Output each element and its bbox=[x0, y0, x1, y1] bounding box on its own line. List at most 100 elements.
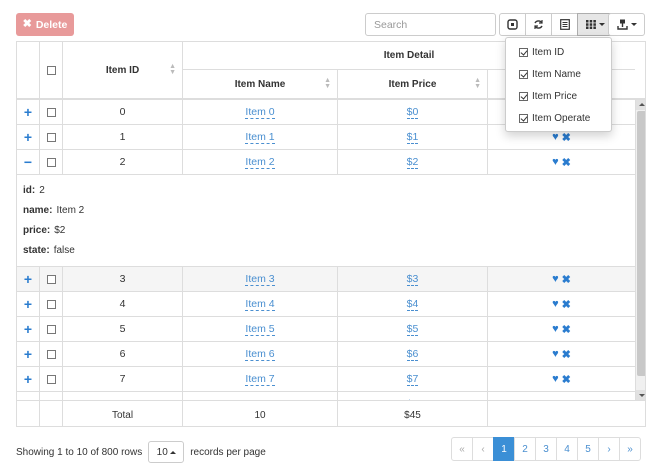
heart-icon[interactable]: ♥ bbox=[552, 131, 559, 144]
item-name-link[interactable]: Item 7 bbox=[245, 373, 275, 386]
row-select[interactable] bbox=[39, 125, 62, 149]
table-row[interactable]: +5 Item 5 $5 ♥ ✖ bbox=[17, 317, 635, 342]
table-row[interactable]: +8Item 8$8♥✖ bbox=[17, 392, 635, 400]
expand-toggle[interactable]: − bbox=[17, 150, 39, 174]
row-select[interactable] bbox=[39, 392, 62, 400]
expand-toggle[interactable]: + bbox=[17, 317, 39, 341]
search-input[interactable] bbox=[365, 13, 496, 36]
item-name-link[interactable]: Item 4 bbox=[245, 298, 275, 311]
header-item-price[interactable]: Item Price ▲ ▼ bbox=[337, 70, 487, 98]
expand-toggle[interactable]: + bbox=[17, 392, 39, 400]
plus-icon[interactable]: + bbox=[24, 296, 32, 312]
column-toggle-item-operate[interactable]: Item Operate bbox=[506, 107, 611, 129]
heart-icon[interactable]: ♥ bbox=[552, 323, 559, 336]
plus-icon[interactable]: + bbox=[24, 129, 32, 145]
remove-icon[interactable]: ✖ bbox=[562, 273, 571, 286]
checkbox-checked[interactable] bbox=[519, 91, 528, 101]
item-price-link[interactable]: $6 bbox=[406, 348, 419, 361]
page-prev[interactable]: ‹ bbox=[472, 437, 494, 461]
item-name-link[interactable]: Item 6 bbox=[245, 348, 275, 361]
expand-toggle[interactable]: + bbox=[17, 100, 39, 124]
column-toggle-item-price[interactable]: Item Price bbox=[506, 85, 611, 107]
row-select[interactable] bbox=[39, 342, 62, 366]
scroll-up-arrow[interactable] bbox=[636, 100, 645, 110]
row-checkbox[interactable] bbox=[46, 157, 56, 167]
row-select[interactable] bbox=[39, 367, 62, 391]
heart-icon[interactable]: ♥ bbox=[552, 298, 559, 311]
heart-icon[interactable]: ♥ bbox=[552, 348, 559, 361]
item-name-link[interactable]: Item 2 bbox=[245, 156, 275, 169]
fullscreen-button[interactable] bbox=[499, 13, 526, 36]
heart-icon[interactable]: ♥ bbox=[552, 273, 559, 286]
table-row[interactable]: − 2 Item 2 $2 ♥ ✖ bbox=[17, 150, 635, 175]
remove-icon[interactable]: ✖ bbox=[562, 323, 571, 336]
export-button[interactable] bbox=[608, 13, 645, 36]
item-price-link[interactable]: $1 bbox=[406, 131, 419, 144]
item-name-link[interactable]: Item 5 bbox=[245, 323, 275, 336]
row-checkbox[interactable] bbox=[46, 299, 56, 309]
expand-toggle[interactable]: + bbox=[17, 292, 39, 316]
row-select[interactable] bbox=[39, 292, 62, 316]
item-name-link[interactable]: Item 1 bbox=[245, 131, 275, 144]
checkbox-checked[interactable] bbox=[519, 113, 528, 123]
item-price-link[interactable]: $5 bbox=[406, 323, 419, 336]
column-toggle-item-name[interactable]: Item Name bbox=[506, 63, 611, 85]
plus-icon[interactable]: + bbox=[24, 321, 32, 337]
table-row[interactable]: +3 Item 3 $3 ♥ ✖ bbox=[17, 267, 635, 292]
column-toggle-item-id[interactable]: Item ID bbox=[506, 41, 611, 63]
scroll-thumb[interactable] bbox=[637, 111, 645, 376]
row-checkbox[interactable] bbox=[46, 349, 56, 359]
header-select-all[interactable] bbox=[39, 42, 62, 98]
row-checkbox[interactable] bbox=[46, 324, 56, 334]
checkbox-checked[interactable] bbox=[519, 47, 528, 57]
toggle-view-button[interactable] bbox=[551, 13, 578, 36]
minus-icon[interactable]: − bbox=[24, 154, 32, 170]
plus-icon[interactable]: + bbox=[24, 371, 32, 387]
header-item-name[interactable]: Item Name ▲ ▼ bbox=[182, 70, 337, 98]
select-all-checkbox[interactable] bbox=[46, 65, 56, 75]
page-2[interactable]: 2 bbox=[514, 437, 536, 461]
heart-icon[interactable]: ♥ bbox=[552, 373, 559, 386]
remove-icon[interactable]: ✖ bbox=[562, 348, 571, 361]
item-name-link[interactable]: Item 0 bbox=[245, 106, 275, 119]
expand-toggle[interactable]: + bbox=[17, 367, 39, 391]
item-price-link[interactable]: $3 bbox=[406, 273, 419, 286]
delete-button[interactable]: ✖ Delete bbox=[16, 13, 74, 36]
expand-toggle[interactable]: + bbox=[17, 125, 39, 149]
expand-toggle[interactable]: + bbox=[17, 267, 39, 291]
plus-icon[interactable]: + bbox=[24, 271, 32, 287]
vertical-scrollbar[interactable] bbox=[635, 100, 645, 400]
page-first[interactable]: « bbox=[451, 437, 473, 461]
remove-icon[interactable]: ✖ bbox=[562, 373, 571, 386]
checkbox-checked[interactable] bbox=[519, 69, 528, 79]
expand-toggle[interactable]: + bbox=[17, 342, 39, 366]
row-select[interactable] bbox=[39, 150, 62, 174]
item-price-link[interactable]: $7 bbox=[406, 373, 419, 386]
page-4[interactable]: 4 bbox=[556, 437, 578, 461]
item-name-link[interactable]: Item 3 bbox=[245, 273, 275, 286]
page-next[interactable]: › bbox=[598, 437, 620, 461]
plus-icon[interactable]: + bbox=[24, 104, 32, 120]
row-select[interactable] bbox=[39, 267, 62, 291]
scroll-down-arrow[interactable] bbox=[636, 390, 645, 400]
page-size-select[interactable]: 10 bbox=[148, 441, 185, 463]
plus-icon[interactable]: + bbox=[24, 346, 32, 362]
remove-icon[interactable]: ✖ bbox=[562, 298, 571, 311]
page-3[interactable]: 3 bbox=[535, 437, 557, 461]
row-checkbox[interactable] bbox=[46, 107, 56, 117]
page-last[interactable]: » bbox=[619, 437, 641, 461]
remove-icon[interactable]: ✖ bbox=[562, 156, 571, 169]
row-checkbox[interactable] bbox=[46, 274, 56, 284]
item-price-link[interactable]: $2 bbox=[406, 156, 419, 169]
row-checkbox[interactable] bbox=[46, 132, 56, 142]
table-row[interactable]: +7 Item 7 $7 ♥ ✖ bbox=[17, 367, 635, 392]
page-5[interactable]: 5 bbox=[577, 437, 599, 461]
row-checkbox[interactable] bbox=[46, 374, 56, 384]
row-select[interactable] bbox=[39, 100, 62, 124]
header-item-id[interactable]: Item ID ▲ ▼ bbox=[62, 42, 182, 98]
remove-icon[interactable]: ✖ bbox=[562, 131, 571, 144]
table-row[interactable]: +6 Item 6 $6 ♥ ✖ bbox=[17, 342, 635, 367]
item-price-link[interactable]: $4 bbox=[406, 298, 419, 311]
row-select[interactable] bbox=[39, 317, 62, 341]
heart-icon[interactable]: ♥ bbox=[552, 156, 559, 169]
